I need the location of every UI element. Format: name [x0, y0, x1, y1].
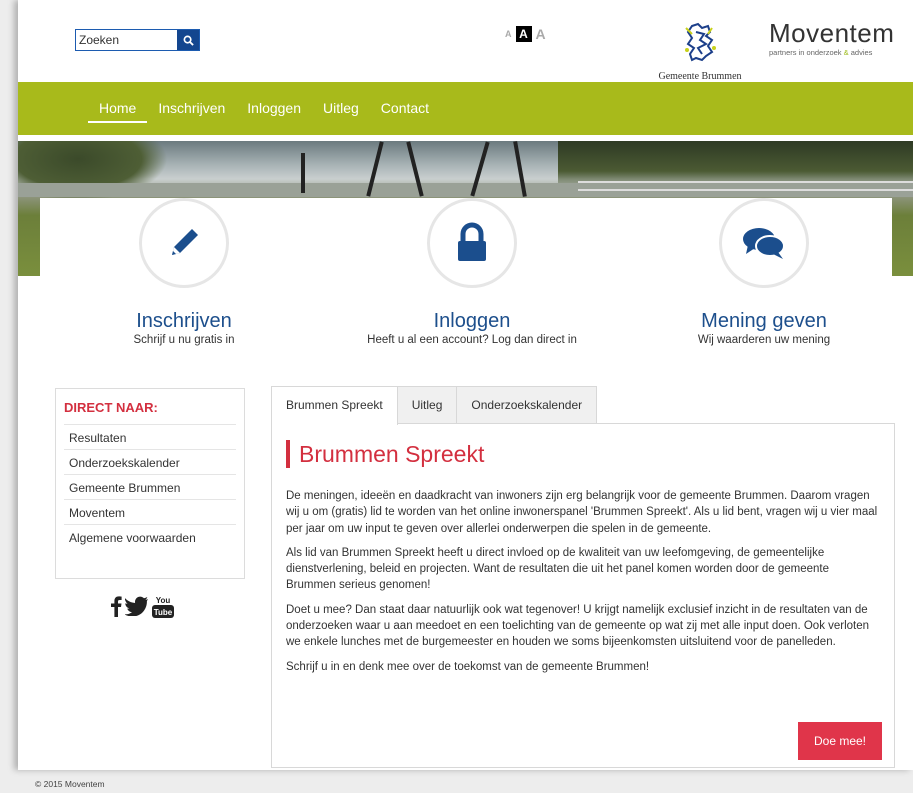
sidebar-item-resultaten[interactable]: Resultaten — [64, 425, 236, 450]
tab-brummen-spreekt[interactable]: Brummen Spreekt — [271, 386, 398, 425]
sidebar-item-onderzoekskalender[interactable]: Onderzoekskalender — [64, 450, 236, 475]
tab-uitleg[interactable]: Uitleg — [396, 386, 458, 423]
feature-mening-geven[interactable]: Mening geven Wij waarderen uw mening — [654, 198, 874, 346]
feature-icon-circle — [139, 198, 229, 288]
feature-subtitle: Schrijf u nu gratis in — [133, 334, 235, 346]
moventem-tag-b: advies — [848, 48, 873, 57]
sidebar-item-gemeente-brummen[interactable]: Gemeente Brummen — [64, 475, 236, 500]
top-bar: A A A Gemeente Brummen Moventem partners… — [18, 0, 913, 82]
nav-uitleg[interactable]: Uitleg — [312, 99, 370, 123]
feature-title: Inloggen — [433, 310, 511, 332]
nav-contact[interactable]: Contact — [370, 99, 440, 123]
font-size-small-button[interactable]: A — [505, 29, 512, 39]
tab-content-panel: Brummen Spreekt De meningen, ideeën en d… — [271, 423, 895, 768]
twitter-icon[interactable] — [125, 596, 149, 616]
sidebar-title: DIRECT NAAR: — [64, 400, 236, 425]
nav-inloggen[interactable]: Inloggen — [236, 99, 312, 123]
feature-icon-circle — [719, 198, 809, 288]
facebook-icon[interactable] — [110, 595, 122, 617]
content-paragraph: Doet u mee? Dan staat daar natuurlijk oo… — [286, 603, 870, 649]
search-box — [75, 29, 200, 51]
moventem-logo[interactable]: Moventem partners in onderzoek & advies — [769, 20, 909, 57]
footer-copyright: © 2015 Moventem — [35, 779, 105, 789]
feature-title: Inschrijven — [136, 310, 232, 332]
font-size-large-button[interactable]: A — [536, 26, 546, 42]
content-paragraph: Schrijf u in en denk mee over de toekoms… — [286, 660, 650, 673]
page: A A A Gemeente Brummen Moventem partners… — [18, 0, 913, 770]
nav-inschrijven[interactable]: Inschrijven — [147, 99, 236, 123]
moventem-logo-tagline: partners in onderzoek & advies — [769, 48, 909, 57]
search-button[interactable] — [177, 30, 199, 50]
search-icon — [183, 35, 194, 46]
feature-subtitle: Wij waarderen uw mening — [697, 334, 831, 346]
sidebar-item-moventem[interactable]: Moventem — [64, 500, 236, 525]
feature-title: Mening geven — [701, 310, 827, 332]
main-navigation: Home Inschrijven Inloggen Uitleg Contact — [18, 82, 913, 138]
chat-icon — [743, 228, 785, 259]
svg-text:Tube: Tube — [154, 608, 173, 617]
feature-inschrijven[interactable]: Inschrijven Schrijf u nu gratis in — [74, 198, 294, 346]
content-heading: Brummen Spreekt — [286, 440, 880, 468]
direct-naar-sidebar: DIRECT NAAR: Resultaten Onderzoekskalend… — [55, 388, 245, 579]
moventem-logo-title: Moventem — [769, 18, 895, 48]
content-tabs: Brummen Spreekt Uitleg Onderzoekskalende… — [271, 386, 598, 425]
doe-mee-button[interactable]: Doe mee! — [798, 722, 882, 760]
feature-icon-circle — [427, 198, 517, 288]
moventem-tag-a: partners in onderzoek — [769, 48, 844, 57]
gemeente-brummen-name: Gemeente Brummen — [658, 71, 742, 82]
content-paragraph: Als lid van Brummen Spreekt heeft u dire… — [286, 546, 829, 592]
content-paragraph: De meningen, ideeën en daadkracht van in… — [286, 490, 878, 535]
youtube-icon[interactable]: You Tube — [152, 594, 174, 618]
svg-text:You: You — [156, 596, 171, 605]
pencil-icon — [172, 229, 198, 255]
feature-panel: Inschrijven Schrijf u nu gratis in Inlog… — [40, 198, 892, 371]
feature-inloggen[interactable]: Inloggen Heeft u al een account? Log dan… — [362, 198, 582, 346]
search-input[interactable] — [76, 30, 158, 50]
gemeente-brummen-logo[interactable]: Gemeente Brummen — [655, 20, 745, 88]
social-links: You Tube — [110, 594, 174, 618]
font-size-medium-button[interactable]: A — [515, 26, 532, 42]
font-size-switcher: A A A — [505, 26, 546, 42]
lock-icon — [458, 222, 486, 261]
feature-subtitle: Heeft u al een account? Log dan direct i… — [367, 334, 577, 346]
tab-onderzoekskalender[interactable]: Onderzoekskalender — [456, 386, 598, 423]
nav-home[interactable]: Home — [88, 99, 148, 123]
lion-crest-icon — [685, 22, 716, 62]
sidebar-item-algemene-voorwaarden[interactable]: Algemene voorwaarden — [64, 525, 236, 549]
